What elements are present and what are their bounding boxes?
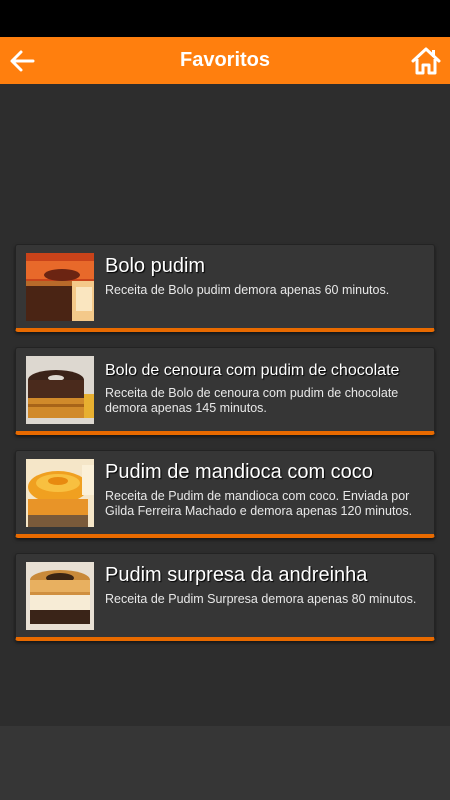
recipe-card[interactable]: Bolo de cenoura com pudim de chocolate R… xyxy=(15,347,435,435)
arrow-left-icon xyxy=(10,50,35,72)
favorites-list: Bolo pudim Receita de Bolo pudim demora … xyxy=(15,244,435,656)
recipe-description: Receita de Pudim de mandioca com coco. E… xyxy=(105,489,413,518)
recipe-title: Pudim surpresa da andreinha xyxy=(105,564,368,586)
recipe-title: Bolo de cenoura com pudim de chocolate xyxy=(105,362,400,379)
recipe-title: Bolo pudim xyxy=(105,255,206,277)
recipe-title: Pudim de mandioca com coco xyxy=(105,461,373,483)
recipe-thumbnail xyxy=(26,459,94,527)
status-bar xyxy=(0,0,450,37)
recipe-description: Receita de Pudim Surpresa demora apenas … xyxy=(105,592,417,606)
recipe-thumbnail xyxy=(26,253,94,321)
recipe-card[interactable]: Pudim de mandioca com coco Receita de Pu… xyxy=(15,450,435,538)
bottom-area xyxy=(0,726,450,800)
page-title: Favoritos xyxy=(179,49,271,71)
recipe-description: Receita de Bolo de cenoura com pudim de … xyxy=(105,386,399,415)
back-button[interactable] xyxy=(6,45,38,77)
home-button[interactable] xyxy=(410,45,442,77)
recipe-card[interactable]: Bolo pudim Receita de Bolo pudim demora … xyxy=(15,244,435,332)
recipe-thumbnail xyxy=(26,356,94,424)
recipe-thumbnail xyxy=(26,562,94,630)
home-icon xyxy=(411,47,441,75)
app-bar: Favoritos xyxy=(0,37,450,84)
favorites-content: Bolo pudim Receita de Bolo pudim demora … xyxy=(0,84,450,726)
recipe-description: Receita de Bolo pudim demora apenas 60 m… xyxy=(105,283,390,297)
recipe-card[interactable]: Pudim surpresa da andreinha Receita de P… xyxy=(15,553,435,641)
